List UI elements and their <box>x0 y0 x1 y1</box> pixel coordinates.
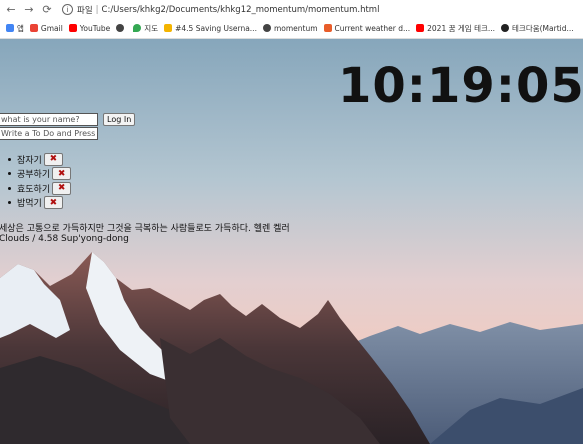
login-form: what is your name? Log In <box>0 113 136 126</box>
bookmark-label: momentum <box>273 23 318 33</box>
bookmarks-bar: 앱 Gmail YouTube 지도 #4.5 Saving Userna...… <box>0 19 583 37</box>
bookmark-label: 지도 <box>144 23 159 33</box>
bullet <box>8 172 11 176</box>
weather-text: Clouds / 4.58 Sup'yong-dong <box>0 234 129 244</box>
todo-form: Write a To Do and Press Enter <box>0 127 98 140</box>
todo-text: 밥먹기 <box>17 199 42 210</box>
bookmark-gmail[interactable]: Gmail <box>29 23 63 33</box>
bookmark-youtube-2[interactable]: 2021 꿈 게임 테크... <box>416 23 495 34</box>
bookmark-weather[interactable]: Current weather d... <box>323 23 411 33</box>
clock: 10:19:05 <box>338 58 583 114</box>
delete-button[interactable]: ✖ <box>52 167 72 181</box>
todo-text: 잠자기 <box>17 155 42 166</box>
warning-icon <box>164 24 173 32</box>
bullet <box>8 157 11 161</box>
quote-text: 세상은 고통으로 가득하지만 그것을 극복하는 사람들로도 가득하다. 헬렌 켈… <box>0 224 290 234</box>
todo-text: 공부하기 <box>17 170 51 181</box>
bullet <box>8 201 11 205</box>
delete-button[interactable]: ✖ <box>52 181 72 195</box>
github-icon <box>501 24 510 32</box>
delete-button[interactable]: ✖ <box>43 196 63 210</box>
address-url: C:/Users/khkg2/Documents/khkg12_momentum… <box>101 4 380 15</box>
globe-icon <box>262 24 271 32</box>
apps-icon <box>6 24 14 32</box>
maps-pin-icon <box>133 24 142 32</box>
youtube-icon <box>68 24 77 32</box>
todo-item: 잠자기 ✖ <box>8 152 71 167</box>
delete-button[interactable]: ✖ <box>43 152 63 166</box>
name-input[interactable]: what is your name? <box>0 113 98 126</box>
bookmark-nomad[interactable]: #4.5 Saving Userna... <box>164 24 257 33</box>
todo-item: 공부하기 ✖ <box>8 167 72 182</box>
bookmark-maps[interactable]: 지도 <box>133 23 158 34</box>
todo-list: 잠자기 ✖ 공부하기 ✖ 효도하기 ✖ 밥먹기 ✖ <box>8 152 72 211</box>
bookmark-momentum[interactable]: momentum <box>262 23 318 33</box>
github-icon <box>116 24 125 32</box>
bookmark-label: 2021 꿈 게임 테크... <box>427 23 496 33</box>
reload-icon[interactable]: ⟳ <box>40 3 54 17</box>
back-icon[interactable]: ← <box>4 3 18 17</box>
todo-item: 밥먹기 ✖ <box>8 196 71 211</box>
info-icon[interactable]: i <box>62 4 73 15</box>
bookmark-apps[interactable]: 앱 <box>6 23 24 34</box>
navigation-bar: ← → ⟳ i 파일 | C:/Users/khkg2/Documents/kh… <box>0 0 583 19</box>
address-bar[interactable]: i 파일 | C:/Users/khkg2/Documents/khkg12_m… <box>62 4 379 16</box>
bookmark-label: 앱 <box>17 23 24 33</box>
bookmark-label: Gmail <box>40 23 63 33</box>
login-button[interactable]: Log In <box>103 113 136 126</box>
forward-icon[interactable]: → <box>22 3 36 17</box>
bookmark-label: YouTube <box>79 23 111 33</box>
bookmark-github-2[interactable]: 테크다움(Martid... <box>501 23 574 34</box>
gmail-icon <box>29 24 38 32</box>
todo-item: 효도하기 ✖ <box>8 181 72 196</box>
bookmark-youtube[interactable]: YouTube <box>68 23 111 33</box>
address-label: 파일 <box>77 5 93 16</box>
youtube-icon <box>416 24 425 32</box>
bookmark-github[interactable] <box>116 24 127 32</box>
address-separator: | <box>95 4 99 15</box>
todo-text: 효도하기 <box>17 184 51 195</box>
todo-input[interactable]: Write a To Do and Press Enter <box>0 127 98 140</box>
weather-icon <box>323 24 332 32</box>
browser-chrome: ← → ⟳ i 파일 | C:/Users/khkg2/Documents/kh… <box>0 0 583 39</box>
bookmark-label: 테크다움(Martid... <box>512 23 574 33</box>
bookmark-label: Current weather d... <box>334 23 411 33</box>
bookmark-label: #4.5 Saving Userna... <box>175 23 257 33</box>
bullet <box>8 186 11 190</box>
